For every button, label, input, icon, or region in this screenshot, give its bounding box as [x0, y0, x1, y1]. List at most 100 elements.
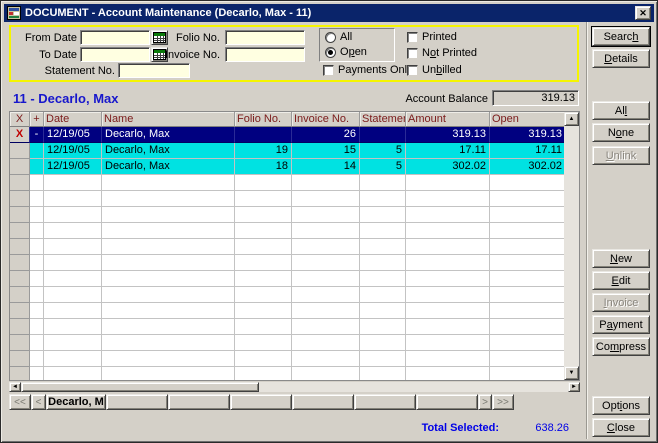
table-cell[interactable]: Decarlo, Max — [102, 159, 235, 175]
table-cell[interactable] — [406, 319, 490, 335]
table-row[interactable] — [10, 239, 579, 255]
table-cell[interactable] — [102, 351, 235, 367]
table-cell[interactable] — [292, 223, 360, 239]
table-cell[interactable] — [30, 287, 44, 303]
column-header-open[interactable]: Open — [490, 112, 566, 127]
checkbox-printed-icon[interactable] — [407, 32, 418, 43]
scroll-up-icon[interactable]: ▲ — [564, 112, 579, 126]
table-cell[interactable]: 19 — [235, 143, 292, 159]
table-cell[interactable] — [360, 191, 406, 207]
table-cell[interactable] — [102, 303, 235, 319]
table-cell[interactable] — [10, 223, 30, 239]
table-cell[interactable]: 5 — [360, 143, 406, 159]
table-cell[interactable] — [360, 367, 406, 381]
table-cell[interactable] — [490, 271, 566, 287]
table-cell[interactable] — [292, 351, 360, 367]
table-cell[interactable] — [490, 287, 566, 303]
table-cell[interactable] — [30, 255, 44, 271]
table-cell[interactable] — [490, 223, 566, 239]
table-cell[interactable] — [30, 175, 44, 191]
scroll-left-icon[interactable]: ◄ — [9, 382, 21, 392]
radio-all[interactable]: All — [325, 31, 352, 43]
table-cell[interactable] — [360, 207, 406, 223]
table-row[interactable]: X-12/19/05Decarlo, Max26319.13319.13 — [10, 127, 579, 143]
table-cell[interactable] — [235, 335, 292, 351]
radio-all-icon[interactable] — [325, 32, 336, 43]
table-cell[interactable]: 12/19/05 — [44, 143, 102, 159]
table-cell[interactable] — [292, 367, 360, 381]
statement-no-input[interactable] — [118, 63, 190, 78]
column-header-x[interactable]: X — [10, 112, 30, 127]
table-cell[interactable] — [30, 191, 44, 207]
table-row[interactable] — [10, 271, 579, 287]
checkbox-not-printed-icon[interactable] — [407, 48, 418, 59]
table-cell[interactable] — [406, 335, 490, 351]
table-cell[interactable] — [292, 303, 360, 319]
tab-empty[interactable] — [354, 394, 416, 410]
table-cell[interactable] — [30, 159, 44, 175]
table-row[interactable] — [10, 191, 579, 207]
table-cell[interactable] — [360, 223, 406, 239]
all-button[interactable]: All — [592, 101, 650, 120]
table-cell[interactable]: - — [30, 127, 44, 143]
table-cell[interactable] — [44, 223, 102, 239]
table-cell[interactable] — [490, 239, 566, 255]
table-cell[interactable] — [30, 207, 44, 223]
table-cell[interactable]: 12/19/05 — [44, 159, 102, 175]
table-cell[interactable] — [490, 351, 566, 367]
table-cell[interactable] — [490, 255, 566, 271]
to-date-input[interactable] — [80, 47, 150, 62]
table-cell[interactable] — [10, 143, 30, 159]
table-cell[interactable] — [102, 239, 235, 255]
checkbox-payments-only[interactable]: Payments Only — [323, 64, 413, 76]
table-cell[interactable] — [360, 127, 406, 143]
table-row[interactable] — [10, 223, 579, 239]
table-cell[interactable] — [292, 175, 360, 191]
column-header-name[interactable]: Name — [102, 112, 235, 127]
table-cell[interactable]: 17.11 — [406, 143, 490, 159]
table-cell[interactable] — [235, 175, 292, 191]
table-cell[interactable] — [102, 319, 235, 335]
table-cell[interactable]: Decarlo, Max — [102, 143, 235, 159]
checkbox-unbilled[interactable]: Unbilled — [407, 64, 462, 76]
table-cell[interactable] — [406, 207, 490, 223]
table-cell[interactable] — [235, 287, 292, 303]
table-cell[interactable] — [10, 319, 30, 335]
table-cell[interactable]: 14 — [292, 159, 360, 175]
table-cell[interactable] — [292, 271, 360, 287]
table-row[interactable] — [10, 319, 579, 335]
scroll-down-icon[interactable]: ▼ — [564, 366, 579, 380]
table-row[interactable] — [10, 335, 579, 351]
column-header-statement[interactable]: Statement — [360, 112, 406, 127]
table-cell[interactable] — [360, 351, 406, 367]
column-header-amount[interactable]: Amount — [406, 112, 490, 127]
table-cell[interactable] — [406, 239, 490, 255]
table-cell[interactable] — [292, 255, 360, 271]
table-cell[interactable] — [10, 271, 30, 287]
table-cell[interactable] — [406, 255, 490, 271]
table-cell[interactable] — [406, 303, 490, 319]
table-cell[interactable] — [292, 319, 360, 335]
table-cell[interactable] — [235, 191, 292, 207]
table-cell[interactable] — [406, 271, 490, 287]
table-cell[interactable] — [406, 191, 490, 207]
table-cell[interactable]: 17.11 — [490, 143, 566, 159]
table-cell[interactable] — [102, 367, 235, 381]
table-cell[interactable] — [30, 143, 44, 159]
table-row[interactable]: 12/19/05Decarlo, Max1915517.1117.11 — [10, 143, 579, 159]
checkbox-payments-only-icon[interactable] — [323, 65, 334, 76]
table-cell[interactable] — [10, 351, 30, 367]
table-cell[interactable] — [44, 255, 102, 271]
from-date-input[interactable] — [80, 30, 150, 45]
table-cell[interactable] — [490, 191, 566, 207]
search-button[interactable]: Search — [592, 27, 650, 46]
table-cell[interactable] — [44, 319, 102, 335]
table-cell[interactable] — [44, 191, 102, 207]
horizontal-scrollbar-thumb[interactable] — [21, 382, 259, 392]
table-cell[interactable] — [10, 287, 30, 303]
table-cell[interactable] — [360, 303, 406, 319]
table-cell[interactable] — [10, 159, 30, 175]
tab-empty[interactable] — [230, 394, 292, 410]
table-cell[interactable] — [102, 207, 235, 223]
edit-button[interactable]: Edit — [592, 271, 650, 290]
